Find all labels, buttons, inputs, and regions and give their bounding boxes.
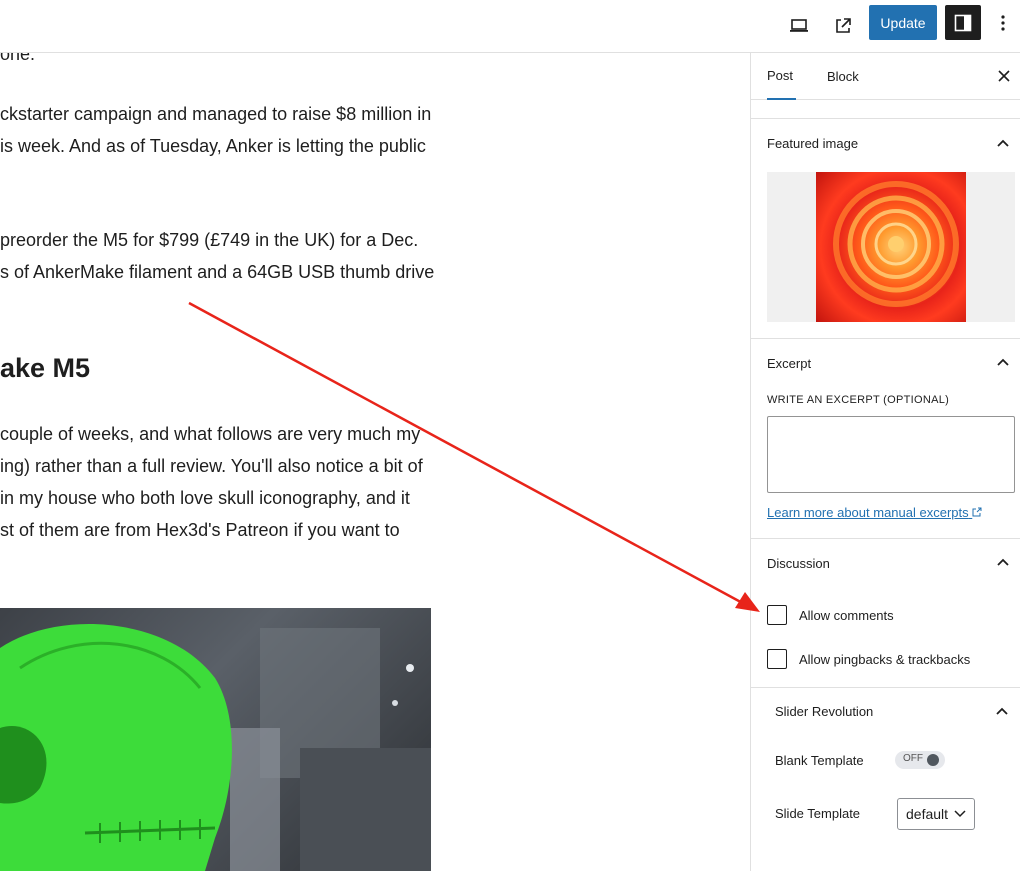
excerpt-field-label: WRITE AN EXCERPT (OPTIONAL) <box>767 394 950 406</box>
slider-revolution-title[interactable]: Slider Revolution <box>775 704 873 719</box>
learn-more-label: Learn more about manual excerpts <box>767 505 969 520</box>
paragraph-line[interactable]: st of them are from Hex3d's Patreon if y… <box>0 520 400 541</box>
excerpt-title[interactable]: Excerpt <box>767 356 811 371</box>
paragraph-line[interactable]: one. <box>0 53 35 65</box>
tab-post[interactable]: Post <box>767 53 796 100</box>
chevron-up-icon[interactable] <box>996 138 1010 148</box>
preview-device-icon[interactable] <box>782 9 816 43</box>
more-options-icon[interactable] <box>990 9 1016 37</box>
editor-canvas: one. ckstarter campaign and managed to r… <box>0 53 750 871</box>
excerpt-textarea[interactable] <box>767 416 1015 493</box>
external-link-icon <box>972 507 982 517</box>
divider <box>751 687 1020 688</box>
paragraph-line[interactable]: preorder the M5 for $799 (£749 in the UK… <box>0 230 418 251</box>
toggle-knob <box>927 754 939 766</box>
settings-sidebar: Post Block Featured image Excerpt WRITE … <box>750 53 1020 871</box>
paragraph-line[interactable]: ing) rather than a full review. You'll a… <box>0 456 423 477</box>
paragraph-line[interactable]: is week. And as of Tuesday, Anker is let… <box>0 136 426 157</box>
divider <box>751 538 1020 539</box>
discussion-title[interactable]: Discussion <box>767 556 830 571</box>
skull-print-photo[interactable] <box>0 608 431 871</box>
learn-more-excerpts-link[interactable]: Learn more about manual excerpts <box>767 505 982 520</box>
paragraph-line[interactable]: s of AnkerMake filament and a 64GB USB t… <box>0 262 434 283</box>
chevron-up-icon[interactable] <box>995 706 1009 716</box>
allow-comments-checkbox[interactable] <box>767 605 787 625</box>
paragraph-line[interactable]: couple of weeks, and what follows are ve… <box>0 424 420 445</box>
featured-image-preview[interactable] <box>767 172 1015 322</box>
slide-template-select[interactable]: default <box>897 798 975 830</box>
chevron-up-icon[interactable] <box>996 357 1010 367</box>
allow-comments-label[interactable]: Allow comments <box>799 608 894 623</box>
slide-template-label: Slide Template <box>775 806 861 821</box>
chevron-up-icon[interactable] <box>996 557 1010 567</box>
close-icon[interactable] <box>995 67 1013 85</box>
blank-template-toggle[interactable]: OFF <box>895 751 945 769</box>
blank-template-label: Blank Template <box>775 753 864 768</box>
settings-sidebar-toggle-icon[interactable] <box>945 5 981 40</box>
editor-toolbar: Update <box>0 0 1020 53</box>
divider <box>751 338 1020 339</box>
section-heading[interactable]: ake M5 <box>0 353 90 384</box>
allow-pingbacks-label[interactable]: Allow pingbacks & trackbacks <box>799 652 970 667</box>
featured-image-artwork <box>816 172 966 322</box>
toggle-state-text: OFF <box>903 753 923 764</box>
update-button[interactable]: Update <box>869 5 937 40</box>
paragraph-line[interactable]: in my house who both love skull iconogra… <box>0 488 410 509</box>
view-post-external-icon[interactable] <box>826 9 860 43</box>
divider <box>751 118 1020 119</box>
featured-image-title[interactable]: Featured image <box>767 136 858 151</box>
chevron-down-icon <box>954 810 966 818</box>
sidebar-tabs: Post Block <box>751 53 1020 100</box>
tab-block[interactable]: Block <box>827 53 859 100</box>
allow-pingbacks-checkbox[interactable] <box>767 649 787 669</box>
slide-template-value: default <box>906 806 949 822</box>
paragraph-line[interactable]: ckstarter campaign and managed to raise … <box>0 104 431 125</box>
